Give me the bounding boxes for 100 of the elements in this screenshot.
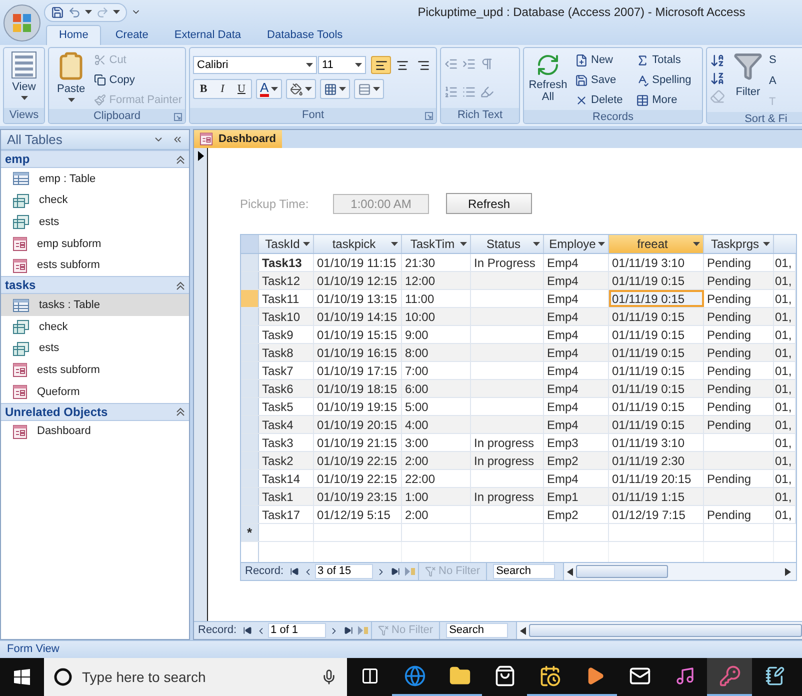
- task-view-icon[interactable]: [360, 667, 378, 685]
- scroll-right-icon[interactable]: [785, 568, 791, 576]
- table-cell: 01,: [774, 344, 796, 361]
- ribbon-tab[interactable]: Home: [46, 25, 102, 45]
- calendar-icon[interactable]: [538, 665, 560, 687]
- navigation-item[interactable]: ests subform: [1, 360, 189, 382]
- group-header[interactable]: tasks: [1, 276, 189, 294]
- horizontal-scrollbar[interactable]: [516, 622, 802, 639]
- search-field[interactable]: Search: [446, 623, 508, 638]
- font-name-field[interactable]: Calibri: [193, 56, 317, 74]
- mail-icon[interactable]: [628, 665, 650, 687]
- table-cell: 01/10/19 13:15: [314, 290, 402, 307]
- undo-icon[interactable]: [68, 6, 81, 18]
- records-command[interactable]: More: [636, 91, 692, 110]
- table-cell: Task17: [259, 506, 314, 523]
- paste-button[interactable]: Paste: [52, 51, 90, 109]
- group-header[interactable]: emp: [1, 150, 189, 168]
- search-field[interactable]: Search: [493, 564, 556, 579]
- table-cell: 01,: [774, 362, 796, 379]
- font-style-button[interactable]: B: [194, 80, 213, 98]
- view-button[interactable]: View: [7, 51, 41, 108]
- dialog-launcher-icon[interactable]: [174, 113, 182, 121]
- scroll-left-icon[interactable]: [520, 626, 526, 634]
- navigation-item[interactable]: ests subform: [1, 254, 189, 276]
- records-command[interactable]: New: [575, 51, 630, 70]
- group-header[interactable]: Unrelated Objects: [1, 402, 189, 421]
- refresh-all-button[interactable]: Refresh All: [527, 51, 569, 110]
- navigation-item[interactable]: Dashboard: [1, 420, 189, 443]
- navigation-item[interactable]: check: [1, 190, 189, 212]
- navigation-item[interactable]: Queform: [1, 381, 189, 403]
- font-size-field[interactable]: 11: [318, 56, 366, 74]
- horizontal-scrollbar[interactable]: [563, 563, 796, 580]
- sort-ascending-icon[interactable]: [710, 53, 725, 68]
- sort-descending-icon[interactable]: [710, 71, 725, 86]
- table-cell: Pending: [704, 380, 774, 397]
- column-header[interactable]: taskpick: [314, 235, 402, 253]
- first-record-icon[interactable]: [242, 626, 252, 635]
- table-cell: 01/10/19 15:15: [314, 326, 402, 343]
- filter-button[interactable]: Filter: [733, 51, 763, 112]
- folder-icon[interactable]: [448, 665, 470, 687]
- fill-color-icon[interactable]: [290, 82, 303, 96]
- records-command[interactable]: Delete: [575, 91, 630, 110]
- font-style-button[interactable]: I: [213, 80, 232, 98]
- dropdown-arrow-icon: [85, 10, 92, 14]
- dropdown-arrow-icon: [306, 63, 313, 67]
- navigation-item[interactable]: ests: [1, 338, 189, 360]
- ribbon-tab[interactable]: Create: [103, 25, 160, 45]
- form-icon: [200, 132, 213, 146]
- scroll-left-icon[interactable]: [567, 568, 574, 576]
- ribbon-tab[interactable]: External Data: [162, 25, 254, 45]
- navigation-item[interactable]: tasks : Table: [1, 294, 189, 316]
- column-header[interactable]: Status: [471, 235, 544, 253]
- sort-dropdown-icon: [460, 242, 467, 246]
- dialog-launcher-icon[interactable]: [425, 112, 433, 120]
- table-cell: Emp3: [544, 434, 609, 451]
- taskbar-search-field[interactable]: Type here to search: [44, 658, 347, 696]
- alternate-fill-icon[interactable]: [358, 82, 371, 96]
- ribbon-tab[interactable]: Database Tools: [255, 25, 355, 45]
- clipboard-command[interactable]: Copy: [94, 71, 182, 89]
- column-header[interactable]: Taskprgs: [704, 235, 774, 253]
- font-style-button[interactable]: U: [232, 80, 251, 98]
- collapse-icon[interactable]: [172, 134, 183, 145]
- column-header[interactable]: TaskId: [259, 235, 314, 253]
- navigation-item[interactable]: emp subform: [1, 233, 189, 255]
- document-tab[interactable]: Dashboard: [194, 130, 282, 148]
- navigation-item[interactable]: check: [1, 316, 189, 338]
- microphone-icon[interactable]: [321, 669, 337, 685]
- browser-icon[interactable]: [404, 665, 426, 687]
- save-icon: [575, 74, 588, 87]
- last-record-icon[interactable]: [390, 567, 400, 576]
- save-icon[interactable]: [51, 6, 64, 18]
- column-header[interactable]: freeat: [609, 235, 704, 253]
- last-record-icon[interactable]: [344, 626, 353, 635]
- ribbon-group-label: Rich Text: [457, 108, 503, 123]
- table-cell: 3:00: [402, 434, 471, 451]
- filter-command[interactable]: A: [769, 72, 776, 91]
- record-position-field[interactable]: 1 of 1: [268, 623, 326, 638]
- first-record-icon[interactable]: [290, 567, 299, 576]
- records-command[interactable]: Spelling: [636, 71, 692, 90]
- table-cell: Emp4: [544, 380, 609, 397]
- records-command[interactable]: Save: [575, 71, 630, 90]
- key-icon[interactable]: [718, 665, 740, 687]
- refresh-button[interactable]: Refresh: [446, 193, 532, 214]
- table-cell: Emp4: [544, 254, 609, 271]
- table-cell: 01/11/19 3:10: [609, 434, 704, 451]
- table-cell: Task2: [259, 452, 314, 469]
- store-icon[interactable]: [494, 665, 516, 687]
- music-icon[interactable]: [674, 666, 694, 686]
- navigation-item[interactable]: ests: [1, 211, 189, 234]
- column-header[interactable]: TaskTim: [402, 235, 471, 253]
- gridlines-icon[interactable]: [324, 82, 337, 96]
- filter-command[interactable]: S: [769, 51, 776, 70]
- record-position-field[interactable]: 3 of 15: [314, 564, 373, 579]
- navigation-item[interactable]: emp : Table: [1, 168, 189, 190]
- records-command[interactable]: Totals: [636, 51, 692, 70]
- notebook-icon[interactable]: [764, 666, 784, 686]
- align-button[interactable]: [371, 56, 391, 74]
- office-button-icon[interactable]: [3, 4, 41, 42]
- windows-start-icon[interactable]: [14, 669, 30, 685]
- table-cell: Task13: [259, 254, 314, 271]
